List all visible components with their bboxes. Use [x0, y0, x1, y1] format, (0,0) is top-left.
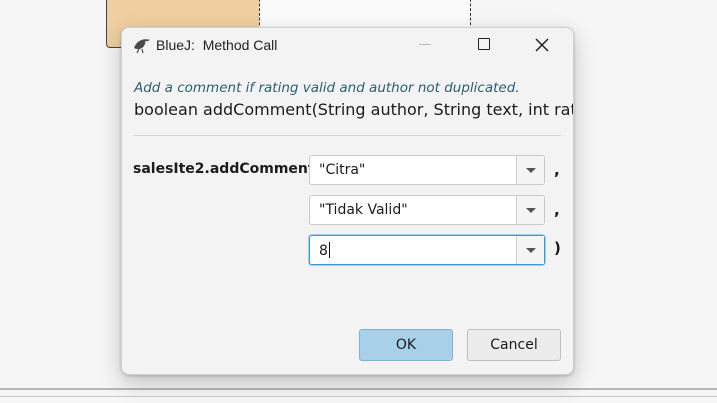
text-parameter-value: "Tidak Valid" — [319, 202, 408, 218]
rating-parameter-field[interactable]: 8 — [309, 235, 545, 265]
parameter-separator: , — [554, 201, 560, 219]
text-parameter-field[interactable]: "Tidak Valid" — [309, 195, 545, 225]
title-bar[interactable]: BlueJ: Method Call — [122, 28, 573, 63]
method-comment: Add a comment if rating valid and author… — [134, 80, 520, 96]
minimize-button[interactable] — [403, 28, 449, 62]
window-title: BlueJ: Method Call — [156, 37, 277, 53]
bottom-divider — [0, 388, 717, 390]
dashed-note-box — [259, 0, 471, 30]
bluej-bird-icon — [134, 39, 150, 54]
author-parameter-value: "Citra" — [319, 162, 366, 178]
minimize-icon — [419, 44, 431, 45]
header-separator — [134, 135, 561, 136]
author-parameter-field[interactable]: "Citra" — [309, 155, 545, 185]
close-icon — [535, 38, 549, 52]
parameter-separator: , — [554, 161, 560, 179]
rating-parameter-value: 8 — [319, 243, 328, 259]
app-name: BlueJ: — [156, 37, 195, 53]
rating-parameter-text: 8 — [319, 242, 330, 259]
closing-parenthesis: ) — [554, 239, 561, 257]
maximize-button[interactable] — [462, 28, 508, 62]
maximize-icon — [478, 38, 490, 50]
cancel-button[interactable]: Cancel — [467, 329, 561, 361]
method-signature: boolean addComment(String author, String… — [134, 100, 574, 119]
close-button[interactable] — [520, 28, 566, 62]
dialog-title: Method Call — [202, 37, 278, 53]
chevron-down-icon[interactable] — [516, 196, 544, 224]
method-call-dialog: BlueJ: Method Call Add a comment if rati… — [121, 27, 574, 375]
method-call-prefix: salesIte2.addComment( — [133, 161, 321, 177]
chevron-down-icon[interactable] — [516, 236, 544, 264]
text-cursor — [328, 242, 330, 258]
ok-button[interactable]: OK — [359, 329, 453, 361]
chevron-down-icon[interactable] — [516, 156, 544, 184]
bottom-divider-secondary — [0, 396, 717, 397]
